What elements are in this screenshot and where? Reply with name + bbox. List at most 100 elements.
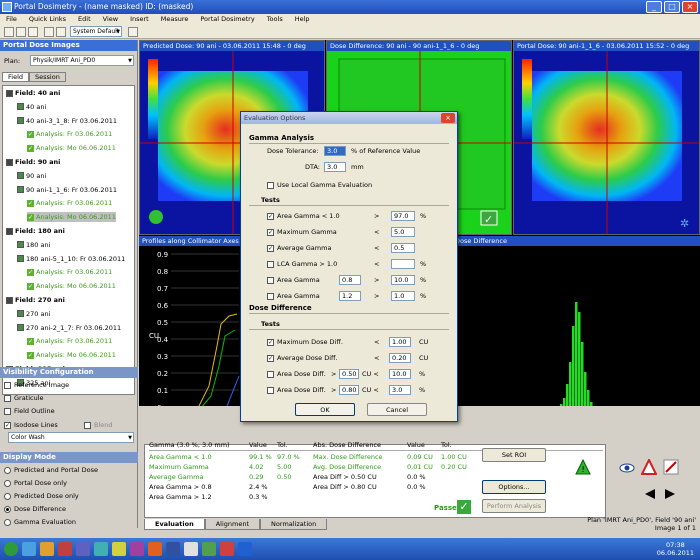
tab-evaluation[interactable]: Evaluation: [144, 519, 205, 530]
isodose-lines-checkbox[interactable]: ✓ Isodose Lines: [4, 420, 58, 430]
radio-predicted-only[interactable]: Predicted Dose only: [4, 491, 79, 501]
menu-file[interactable]: File: [0, 14, 23, 25]
taskbar-app-icon[interactable]: [166, 542, 180, 556]
dialog-close-button[interactable]: ×: [441, 113, 455, 123]
taskbar-app-icon[interactable]: [148, 542, 162, 556]
tree-analysis-item[interactable]: ✓ Analysis: Mo 06.06.2011: [27, 212, 116, 223]
tree-analysis-item[interactable]: ✓ Analysis: Fr 03.06.2011: [27, 198, 112, 208]
graticule-checkbox[interactable]: Graticule: [4, 393, 44, 403]
gamma-test-checkbox[interactable]: ✓ Average Gamma: [267, 243, 331, 253]
menu-tools[interactable]: Tools: [261, 14, 289, 25]
reference-image-checkbox[interactable]: Reference Image: [4, 380, 69, 390]
taskbar-app-icon[interactable]: [58, 542, 72, 556]
tree-analysis-item[interactable]: ✓ Analysis: Fr 03.06.2011: [27, 336, 112, 346]
dose-tolerance-input[interactable]: 3.0: [324, 146, 346, 156]
print-icon[interactable]: [28, 27, 38, 37]
open-icon[interactable]: [4, 27, 14, 37]
field-outline-checkbox[interactable]: Field Outline: [4, 406, 55, 416]
tree-image-item[interactable]: 180 ani-5_1_10: Fr 03.06.2011: [17, 254, 125, 264]
next-arrow-icon[interactable]: [664, 488, 676, 500]
start-icon[interactable]: [4, 542, 18, 556]
tab-normalization[interactable]: Normalization: [260, 519, 328, 530]
options-button[interactable]: Options...: [482, 480, 546, 494]
gamma-test-checkbox[interactable]: LCA Gamma > 1.0: [267, 259, 337, 269]
dta-input[interactable]: 3.0: [324, 162, 346, 172]
tree-field-item[interactable]: Field: 180 ani: [6, 226, 65, 236]
tree-field-item[interactable]: Field: 40 ani: [6, 88, 60, 98]
maximize-button[interactable]: □: [664, 1, 680, 13]
tree-image-item[interactable]: 270 ani-2_1_7: Fr 03.06.2011: [17, 323, 121, 333]
taskbar-app-icon[interactable]: [112, 542, 126, 556]
portal-dose-panel[interactable]: Portal Dose: 90 ani-1_1_6 - 03.06.2011 1…: [513, 40, 700, 235]
gamma-test-checkbox[interactable]: ✓ Area Gamma < 1.0: [267, 211, 340, 221]
set-roi-button[interactable]: Set ROI: [482, 448, 546, 462]
tree-image-item[interactable]: 40 ani-3_1_8: Fr 03.06.2011: [17, 116, 117, 126]
dose-diff-test-checkbox[interactable]: Area Dose Diff.: [267, 385, 326, 395]
gamma-limit-input[interactable]: 0.5: [391, 243, 415, 253]
taskbar-app-icon[interactable]: [22, 542, 36, 556]
color-combo[interactable]: Color Wash: [8, 432, 134, 443]
minimize-button[interactable]: _: [646, 1, 662, 13]
menu-insert[interactable]: Insert: [124, 14, 155, 25]
tree-image-item[interactable]: 180 ani: [17, 240, 50, 250]
dose-diff-test-checkbox[interactable]: ✓ Maximum Dose Diff.: [267, 337, 343, 347]
dose-threshold-input[interactable]: 0.50: [339, 369, 359, 379]
gamma-limit-input[interactable]: 1.0: [391, 291, 415, 301]
gamma-test-checkbox[interactable]: ✓ Maximum Gamma: [267, 227, 337, 237]
gamma-limit-input[interactable]: 97.0: [391, 211, 415, 221]
tree-image-item[interactable]: 90 ani: [17, 171, 46, 181]
tree-image-item[interactable]: 90 ani-1_1_6: Fr 03.06.2011: [17, 185, 117, 195]
dose-limit-input[interactable]: 1.00: [389, 337, 411, 347]
tree-field-item[interactable]: Field: 270 ani: [6, 295, 65, 305]
gamma-test-checkbox[interactable]: Area Gamma: [267, 275, 320, 285]
tab-alignment[interactable]: Alignment: [204, 519, 261, 530]
warning-icon[interactable]: !: [575, 458, 591, 475]
alert-icon[interactable]: [640, 457, 658, 475]
undo-icon[interactable]: [44, 27, 54, 37]
gamma-limit-input[interactable]: 5.0: [391, 227, 415, 237]
dose-limit-input[interactable]: 10.0: [389, 369, 411, 379]
eye-icon[interactable]: [619, 459, 635, 475]
taskbar-app-icon[interactable]: [202, 542, 216, 556]
menu-quick-links[interactable]: Quick Links: [23, 14, 72, 25]
gamma-test-checkbox[interactable]: Area Gamma: [267, 291, 320, 301]
radio-predicted-portal[interactable]: Predicted and Portal Dose: [4, 465, 98, 475]
tree-image-item[interactable]: 40 ani: [17, 102, 46, 112]
menu-measure[interactable]: Measure: [155, 14, 195, 25]
gamma-threshold-input[interactable]: 0.8: [339, 275, 361, 285]
gamma-limit-input[interactable]: [391, 259, 415, 269]
menu-help[interactable]: Help: [289, 14, 316, 25]
previous-arrow-icon[interactable]: [644, 488, 656, 500]
blend-checkbox[interactable]: Blend: [84, 420, 113, 430]
dose-diff-test-checkbox[interactable]: ✓ Average Dose Diff.: [267, 353, 338, 363]
taskbar-app-icon[interactable]: [94, 542, 108, 556]
gamma-threshold-input[interactable]: 1.2: [339, 291, 361, 301]
tree-image-item[interactable]: 270 ani: [17, 309, 50, 319]
ok-button[interactable]: OK: [295, 403, 355, 416]
tree-analysis-item[interactable]: ✓ Analysis: Mo 06.06.2011: [27, 350, 116, 360]
dose-threshold-input[interactable]: 0.80: [339, 385, 359, 395]
local-gamma-checkbox[interactable]: Use Local Gamma Evaluation: [267, 180, 372, 190]
tree-analysis-item[interactable]: ✓ Analysis: Fr 03.06.2011: [27, 129, 112, 139]
no-entry-icon[interactable]: [663, 459, 679, 475]
radio-dose-difference[interactable]: Dose Difference: [4, 504, 66, 514]
radio-portal-only[interactable]: Portal Dose only: [4, 478, 67, 488]
save-icon[interactable]: [16, 27, 26, 37]
layout-icon[interactable]: [128, 27, 138, 37]
layout-combo[interactable]: System Default: [70, 26, 122, 37]
tree-analysis-item[interactable]: ✓ Analysis: Mo 06.06.2011: [27, 143, 116, 153]
taskbar-app-icon[interactable]: [184, 542, 198, 556]
plan-combo[interactable]: Physik/IMRT Ani_PD0: [30, 55, 134, 66]
cancel-button[interactable]: Cancel: [367, 403, 427, 416]
dose-limit-input[interactable]: 3.0: [389, 385, 411, 395]
tree-analysis-item[interactable]: ✓ Analysis: Mo 06.06.2011: [27, 281, 116, 291]
perform-analysis-button[interactable]: Perform Analysis: [482, 499, 546, 513]
menu-view[interactable]: View: [97, 14, 124, 25]
taskbar-app-icon[interactable]: [220, 542, 234, 556]
radio-gamma-evaluation[interactable]: Gamma Evaluation: [4, 517, 76, 527]
tab-field[interactable]: Field: [2, 72, 30, 82]
menu-portal-dosimetry[interactable]: Portal Dosimetry: [194, 14, 260, 25]
close-button[interactable]: ×: [682, 1, 698, 13]
tab-session[interactable]: Session: [29, 72, 66, 82]
redo-icon[interactable]: [56, 27, 66, 37]
